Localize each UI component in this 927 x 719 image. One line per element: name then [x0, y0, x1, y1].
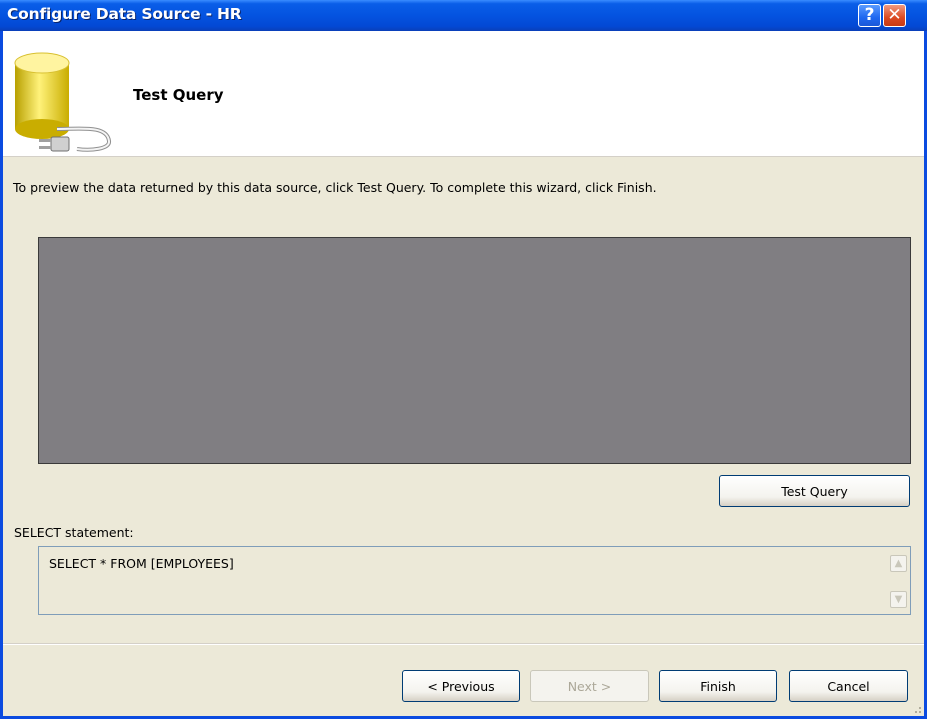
- select-statement-text: SELECT * FROM [EMPLOYEES]: [49, 556, 234, 571]
- help-button[interactable]: ?: [858, 4, 881, 27]
- instructions-text: To preview the data returned by this dat…: [13, 180, 657, 195]
- test-query-button[interactable]: Test Query: [719, 475, 910, 507]
- query-preview-grid[interactable]: [38, 237, 911, 464]
- close-button[interactable]: ✕: [883, 4, 906, 27]
- select-statement-label: SELECT statement:: [14, 525, 134, 540]
- page-title: Test Query: [133, 86, 224, 104]
- scroll-down-arrow-icon[interactable]: ▼: [890, 591, 907, 608]
- scroll-up-arrow-icon[interactable]: ▲: [890, 555, 907, 572]
- window-title: Configure Data Source - HR: [7, 5, 242, 23]
- wizard-header: Test Query: [3, 31, 924, 157]
- next-button[interactable]: Next >: [530, 670, 649, 702]
- footer-separator: [3, 643, 924, 645]
- cancel-button[interactable]: Cancel: [789, 670, 908, 702]
- finish-button[interactable]: Finish: [659, 670, 777, 702]
- resize-grip-icon[interactable]: [910, 702, 922, 714]
- dialog-window: Configure Data Source - HR ? ✕ Test Quer…: [0, 0, 927, 719]
- previous-button[interactable]: < Previous: [402, 670, 520, 702]
- select-statement-box[interactable]: SELECT * FROM [EMPLOYEES] ▲ ▼: [38, 546, 911, 615]
- title-bar[interactable]: Configure Data Source - HR ? ✕: [0, 0, 927, 31]
- database-plug-icon: [14, 52, 111, 152]
